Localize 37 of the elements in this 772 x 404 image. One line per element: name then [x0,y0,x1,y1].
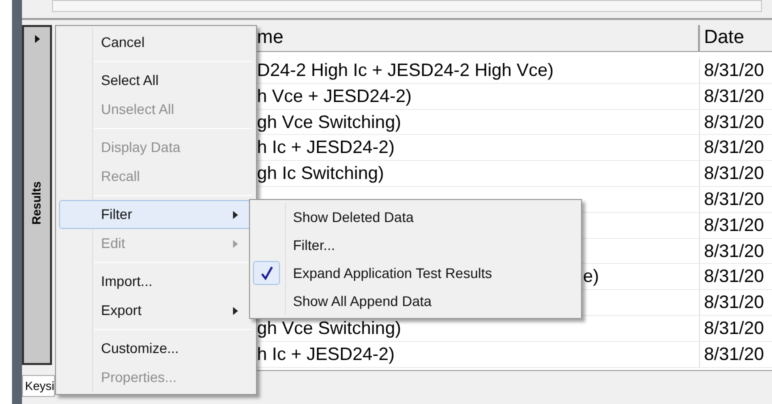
table-cell: 8/31/20 [704,318,764,338]
table-cell: 8/31/20 [704,112,764,132]
table-cell: D24-2 High Ic + JESD24-2 High Vce) [257,60,554,80]
menu-item[interactable]: Show Deleted Data [250,203,581,231]
menu-item[interactable]: Customize... [59,334,253,363]
table-cell: 8/31/20 [704,188,764,209]
table-cell: 8/31/20 [704,137,764,158]
table-cell: 8/31/20 [704,86,764,106]
table-cell: h Ic + JESD24-2) [257,344,395,364]
checkmark-icon [253,261,280,285]
table-cell: gh Vce Switching) [257,112,402,132]
table-cell: 8/31/20 [704,163,764,184]
table-cell: e) [583,266,600,286]
submenu-arrow-icon [233,210,238,218]
menu-item[interactable]: Show All Append Data [250,287,581,315]
table-cell: 8/31/20 [704,344,764,364]
menu-item[interactable]: Select All [59,66,253,95]
submenu-arrow-icon [233,306,238,314]
table-cell: 8/31/20 [704,292,764,312]
table-cell: h Vce + JESD24-2) [257,86,412,106]
results-tab-label: Results [29,181,45,225]
menu-item[interactable]: Export [59,296,253,325]
menu-item[interactable]: Import... [59,267,253,296]
menu-item[interactable]: Expand Application Test Results [250,259,581,287]
table-cell: 8/31/20 [704,214,764,235]
menu-item[interactable]: Filter... [250,231,581,259]
results-tab[interactable]: Results [22,25,52,365]
table-cell: gh Ic Switching) [257,163,384,184]
expand-arrow-icon [34,35,40,43]
table-cell: 8/31/20 [704,240,764,261]
table-cell: h Ic + JESD24-2) [257,137,395,158]
table-cell: 8/31/20 [704,60,764,80]
submenu-arrow-icon [233,240,238,248]
table-cell: gh Vce Switching) [257,318,402,338]
table-cell: 8/31/20 [704,266,764,286]
bottom-tab[interactable]: Keysi [22,375,55,397]
column-header[interactable]: Date [700,25,772,51]
